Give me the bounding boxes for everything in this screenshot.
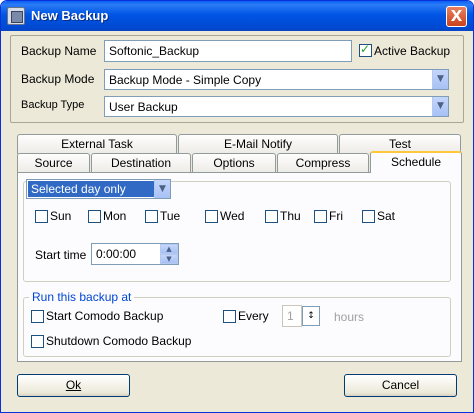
day-fri-checkbox[interactable] [314,210,327,223]
backup-type-label: Backup Type [21,99,85,111]
tab-options[interactable]: Options [192,153,276,173]
shutdown-comodo-checkbox[interactable] [31,335,44,348]
every-label: Every [238,309,269,323]
start-time-input[interactable]: 0:00:00 ▲ ▼ [91,243,179,265]
day-sat-checkbox[interactable] [362,210,375,223]
active-backup-checkbox[interactable] [359,42,372,57]
ok-button[interactable]: Ok [17,374,130,397]
start-time-label: Start time [35,248,87,262]
backup-mode-select[interactable]: Backup Mode - Simple Copy ▼ [104,69,449,90]
window-title: New Backup [31,8,109,23]
every-hours-input[interactable]: 1 [282,305,302,327]
backup-mode-value: Backup Mode - Simple Copy [109,73,262,87]
day-wed-label: Wed [220,209,245,223]
backup-name-input[interactable]: Softonic_Backup [104,40,352,62]
day-thu-checkbox[interactable] [265,210,278,223]
tab-compress[interactable]: Compress [277,153,369,173]
spin-down-icon[interactable]: ▼ [160,254,178,264]
app-icon [7,7,25,25]
tab-destination[interactable]: Destination [91,153,191,173]
backup-name-label: Backup Name [21,44,97,58]
chevron-down-icon[interactable]: ▼ [432,97,448,116]
title-bar[interactable]: New Backup X [1,1,473,31]
day-tue-checkbox[interactable] [145,210,158,223]
updown-icon[interactable]: ↕ [302,306,320,326]
tab-email-notify[interactable]: E-Mail Notify [178,134,338,154]
schedule-frequency-select[interactable]: Selected day only ▼ [26,179,171,199]
day-thu-label: Thu [280,209,301,223]
day-wed-checkbox[interactable] [205,210,218,223]
schedule-frequency-value: Selected day only [28,181,154,197]
day-mon-label: Mon [103,209,127,223]
backup-type-value: User Backup [109,100,178,114]
chevron-down-icon[interactable]: ▼ [154,180,170,198]
start-comodo-label: Start Comodo Backup [46,309,164,323]
hours-label: hours [334,310,365,324]
start-time-spinner[interactable]: ▲ ▼ [160,244,178,264]
chevron-down-icon[interactable]: ▼ [432,70,448,89]
close-button[interactable]: X [446,6,467,27]
day-fri-label: Fri [329,209,343,223]
run-at-title: Run this backup at [29,290,135,304]
every-checkbox[interactable] [223,310,236,323]
day-sun-label: Sun [50,209,72,223]
day-sat-label: Sat [377,209,396,223]
backup-mode-label: Backup Mode [21,72,95,86]
tab-source[interactable]: Source [17,153,90,173]
active-backup-label: Active Backup [374,44,451,58]
ok-button-label: Ok [65,378,82,392]
cancel-button-label: Cancel [381,378,420,392]
start-time-value: 0:00:00 [96,247,137,261]
day-tue-label: Tue [160,209,181,223]
tab-external-task[interactable]: External Task [17,134,177,154]
spin-up-icon[interactable]: ▲ [160,244,178,254]
tab-schedule[interactable]: Schedule [370,151,462,173]
shutdown-comodo-label: Shutdown Comodo Backup [46,334,192,348]
start-comodo-checkbox[interactable] [31,310,44,323]
day-sun-checkbox[interactable] [35,210,48,223]
new-backup-window: New Backup X Backup Name Softonic_Backup… [0,0,474,413]
cancel-button[interactable]: Cancel [344,374,457,397]
run-at-group [23,297,451,357]
backup-type-select[interactable]: User Backup ▼ [104,96,449,117]
day-mon-checkbox[interactable] [88,210,101,223]
